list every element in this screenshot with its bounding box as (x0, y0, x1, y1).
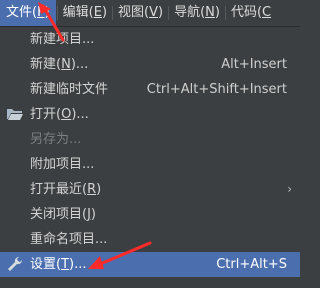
menu-item-new-scratch-file[interactable]: 新建临时文件 Ctrl+Alt+Shift+Insert (0, 77, 300, 102)
menu-item-label-end: ) (96, 182, 102, 197)
menu-view-label-end: ) (158, 5, 164, 20)
menu-item-shortcut: Ctrl+Alt+S (216, 257, 287, 272)
menu-navigate-label-end: ) (214, 5, 220, 20)
menu-navigate-label: 导航( (174, 5, 206, 20)
menu-item-mnemonic: N (61, 57, 71, 72)
menu-code[interactable]: 代码(C (227, 0, 275, 26)
menu-separator (112, 6, 114, 20)
menu-item-open[interactable]: 打开(O)... (0, 102, 300, 127)
menu-item-label: 设置(T)... (30, 252, 87, 277)
menu-item-label: 新建(N)... (30, 52, 88, 77)
menu-item-new-project[interactable]: 新建项目... (0, 27, 300, 52)
menu-item-new[interactable]: 新建(N)... Alt+Insert (0, 52, 300, 77)
menu-item-shortcut: Alt+Insert (221, 57, 287, 72)
menu-item-mnemonic: O (61, 107, 72, 122)
menu-item-label: 附加项目... (30, 157, 95, 172)
chevron-right-icon: › (287, 182, 292, 196)
menu-item-rename-project[interactable]: 重命名项目... (0, 227, 300, 252)
menu-item-label-text: 关闭项目( (30, 207, 88, 222)
menu-item-label: 重命名项目... (30, 232, 108, 247)
menu-file-mnemonic: F (37, 5, 45, 20)
menu-item-save-as: 另存为... (0, 127, 300, 152)
menu-item-mnemonic: T (61, 257, 70, 272)
menu-edit-label-end: ) (101, 5, 108, 20)
menu-file-label-end: ) (44, 5, 50, 20)
menu-item-close-project[interactable]: 关闭项目(J) (0, 202, 300, 227)
menu-edit-label: 编辑( (62, 5, 94, 20)
menu-item-settings[interactable]: 设置(T)... Ctrl+Alt+S (0, 252, 300, 277)
menu-view[interactable]: 视图(V) (114, 0, 167, 26)
menu-view-mnemonic: V (149, 5, 158, 20)
menu-item-label-text: 打开最近( (30, 182, 88, 197)
menu-item-open-recent[interactable]: 打开最近(R) › (0, 177, 300, 202)
menu-navigate-mnemonic: N (205, 5, 215, 20)
menu-bar: 文件(F) 编辑(E) 视图(V) 导航(N) 代码(C (0, 0, 300, 26)
menu-item-label: 关闭项目(J) (30, 202, 96, 227)
menu-item-label-end: ) (90, 207, 96, 222)
menu-item-label: 另存为... (30, 132, 82, 147)
menu-code-label: 代码( (230, 5, 263, 20)
menu-item-label: 打开最近(R) (30, 177, 101, 202)
menu-item-shortcut: Ctrl+Alt+Shift+Insert (146, 82, 287, 97)
menu-item-label-end: )... (71, 107, 89, 122)
menu-item-label-text: 设置( (30, 257, 62, 272)
menu-item-attach-project[interactable]: 附加项目... (0, 152, 300, 177)
menu-item-label-end: )... (69, 257, 87, 272)
menu-edit[interactable]: 编辑(E) (59, 0, 111, 26)
menu-navigate[interactable]: 导航(N) (170, 0, 224, 26)
wrench-icon (8, 256, 23, 271)
menu-separator (224, 6, 226, 20)
menu-code-mnemonic: C (262, 5, 272, 20)
menu-item-label-end: )... (70, 57, 89, 72)
menu-item-label: 新建临时文件 (30, 82, 109, 97)
menu-item-label: 打开(O)... (30, 102, 89, 127)
menu-view-label: 视图( (118, 5, 150, 20)
menu-item-label: 新建项目... (30, 32, 95, 47)
menu-file[interactable]: 文件(F) (0, 0, 56, 26)
menu-item-label-text: 新建( (30, 57, 62, 72)
menu-separator (56, 6, 58, 20)
menu-edit-mnemonic: E (93, 5, 102, 20)
folder-open-icon (7, 109, 23, 120)
menu-item-mnemonic: R (87, 182, 97, 197)
file-menu-dropdown: 新建项目... 新建(N)... Alt+Insert 新建临时文件 Ctrl+… (0, 26, 300, 288)
menu-separator (168, 6, 170, 20)
menu-file-label: 文件( (6, 5, 38, 20)
menu-item-label-text: 打开( (30, 107, 62, 122)
